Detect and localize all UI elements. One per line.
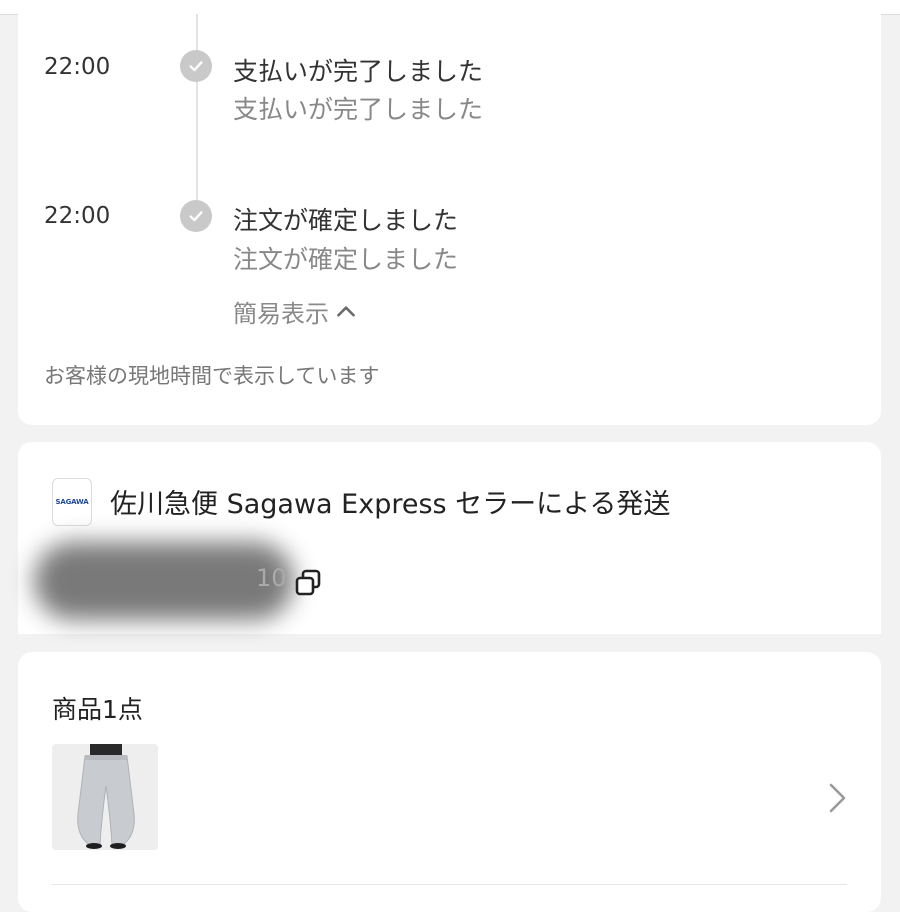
items-count-label: 商品1点 [52,695,143,724]
collapse-timeline-button[interactable]: 簡易表示 [233,294,359,329]
sagawa-logo-icon: SAGAWA [52,478,92,526]
event-title: 支払いが完了しました [233,57,484,86]
redacted-blur [34,542,294,620]
pants-image [52,744,158,850]
chevron-up-icon [337,305,355,317]
tracking-number: 10 [34,540,334,624]
check-circle-icon [180,200,212,232]
shipping-card: SAGAWA 佐川急便 Sagawa Express セラーによる発送 10 [18,442,881,634]
timeline-connector [196,14,198,214]
product-thumbnail[interactable] [52,744,158,850]
top-border [0,0,900,15]
items-card: 商品1点 [18,652,881,912]
tracking-visible-tail: 10 [256,564,287,592]
event-subtitle: 注文が確定しました [233,245,459,274]
event-time: 22:00 [44,203,111,229]
chevron-right-icon[interactable] [822,778,852,818]
event-title: 注文が確定しました [233,206,459,235]
event-subtitle: 支払いが完了しました [233,95,484,124]
collapse-label: 簡易表示 [233,300,329,328]
carrier-name: 佐川急便 Sagawa Express セラーによる発送 [110,489,671,520]
check-circle-icon [180,50,212,82]
divider [52,884,847,885]
timezone-note: お客様の現地時間で表示しています [44,364,380,388]
order-timeline-card: 22:00 支払いが完了しました 支払いが完了しました 22:00 注文が確定し… [18,14,881,425]
event-time: 22:00 [44,54,111,80]
copy-icon[interactable] [292,566,326,600]
carrier-logo-text: SAGAWA [55,498,89,506]
